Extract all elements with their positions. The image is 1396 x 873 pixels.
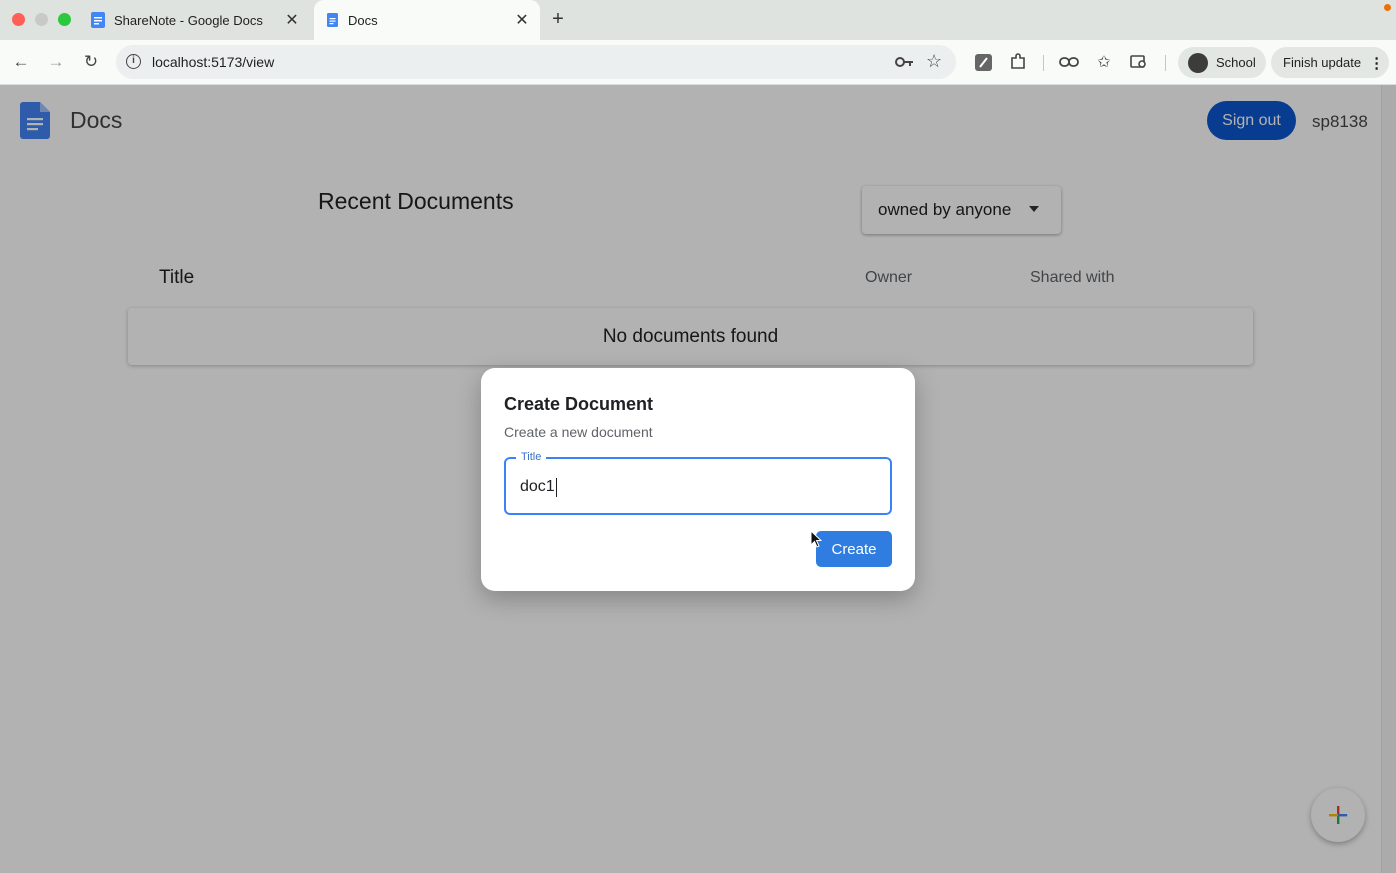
close-window-button[interactable] <box>12 13 25 26</box>
title-field-label: Title <box>516 451 547 463</box>
tab-sharenote[interactable]: ShareNote - Google Docs ✕ <box>80 0 310 40</box>
profile-button[interactable]: School <box>1178 47 1266 78</box>
password-key-icon[interactable] <box>894 54 914 70</box>
update-indicator <box>1384 4 1391 11</box>
close-icon[interactable]: ✕ <box>512 10 532 30</box>
forward-arrow-icon[interactable]: → <box>45 51 67 73</box>
update-label: Finish update <box>1283 55 1362 70</box>
url-text[interactable]: localhost:5173/view <box>152 54 274 70</box>
text-cursor <box>556 478 557 497</box>
minimize-window-button[interactable] <box>35 13 48 26</box>
tab-title: ShareNote - Google Docs <box>114 12 263 28</box>
puzzle-extensions-icon[interactable] <box>1008 52 1028 72</box>
tab-search-icon[interactable] <box>1129 52 1149 72</box>
docs-favicon-icon <box>324 12 340 28</box>
docs-favicon-icon <box>90 12 106 28</box>
profile-label: School <box>1216 55 1256 70</box>
title-field[interactable]: Title <box>504 451 892 515</box>
address-bar[interactable]: i localhost:5173/view ☆ <box>116 45 956 79</box>
browser-toolbar: ← → ↻ i localhost:5173/view ☆ ✩ School F… <box>0 40 1396 85</box>
create-document-dialog: Create Document Create a new document Ti… <box>481 368 915 591</box>
avatar <box>1188 52 1208 73</box>
favorites-star-icon[interactable]: ✩ <box>1094 52 1114 72</box>
toolbar-divider <box>1165 55 1166 71</box>
extension-icon[interactable] <box>973 52 993 72</box>
tab-title: Docs <box>348 12 378 28</box>
tab-docs[interactable]: Docs ✕ <box>314 0 540 40</box>
bookmark-star-icon[interactable]: ☆ <box>926 51 942 72</box>
reload-icon[interactable]: ↻ <box>80 51 102 73</box>
dialog-title: Create Document <box>504 394 654 414</box>
create-button[interactable]: Create <box>816 531 892 567</box>
title-input[interactable] <box>520 476 870 498</box>
finish-update-button[interactable]: Finish update ⋮ <box>1271 47 1389 78</box>
more-menu-icon: ⋮ <box>1369 54 1385 72</box>
back-arrow-icon[interactable]: ← <box>10 51 32 73</box>
new-tab-button[interactable]: + <box>548 9 568 30</box>
close-icon[interactable]: ✕ <box>282 10 302 30</box>
browser-tab-bar: ShareNote - Google Docs ✕ Docs ✕ + <box>0 0 1396 40</box>
mouse-pointer-icon <box>810 529 823 548</box>
maximize-window-button[interactable] <box>58 13 71 26</box>
dialog-subtitle: Create a new document <box>504 424 653 440</box>
toolbar-divider <box>1043 55 1044 71</box>
site-info-icon[interactable]: i <box>126 54 141 69</box>
link-icon[interactable] <box>1059 52 1079 72</box>
